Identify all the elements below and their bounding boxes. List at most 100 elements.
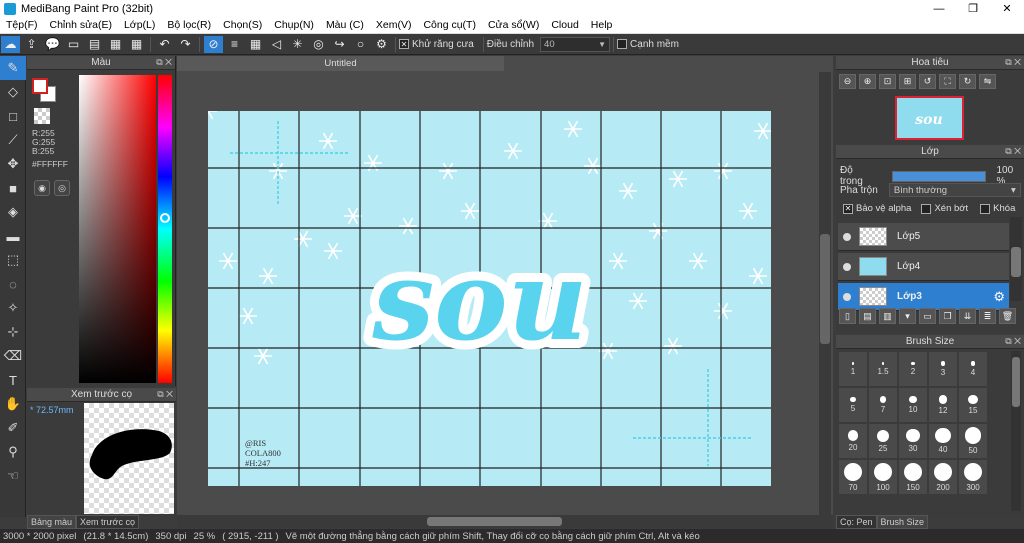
snap-parallel-icon[interactable]: ≡ [225, 36, 244, 53]
menu-view[interactable]: Xem(V) [370, 19, 418, 31]
canvas-horizontal-scrollbar[interactable] [177, 515, 833, 528]
fit-screen-icon[interactable]: ⊡ [879, 74, 896, 89]
saturation-value-picker[interactable] [79, 75, 156, 383]
visibility-icon[interactable] [843, 232, 851, 241]
brush-size-option[interactable]: 2 [898, 351, 928, 387]
menu-window[interactable]: Cửa sổ(W) [482, 19, 545, 31]
menu-cloud[interactable]: Cloud [545, 19, 584, 31]
layer-settings-icon[interactable]: ≣ [979, 308, 996, 324]
fg-bg-swatch[interactable] [32, 78, 56, 102]
brush-size-option[interactable]: 1 [838, 351, 868, 387]
menu-help[interactable]: Help [585, 19, 619, 31]
menu-filter[interactable]: Bộ lọc(R) [161, 19, 217, 31]
palette-add-icon[interactable]: ◎ [54, 180, 70, 196]
brush-size-option[interactable]: 25 [868, 423, 898, 459]
tab-brush[interactable]: Cọ: Pen [836, 515, 877, 529]
fill-rect-tool-icon[interactable]: ■ [0, 176, 26, 200]
cloud-icon[interactable]: ☁ [1, 35, 20, 53]
scroll-thumb[interactable] [820, 234, 830, 344]
merge-layer-icon[interactable]: ⇊ [959, 308, 976, 324]
hue-slider[interactable] [158, 75, 172, 383]
brush-tool-icon[interactable]: ✎ [0, 56, 26, 80]
pages-icon[interactable]: ▦ [106, 36, 125, 53]
gradient-tool-icon[interactable]: ▬ [0, 224, 26, 248]
new-layer-icon[interactable]: ▯ [839, 308, 856, 324]
grid-icon[interactable]: ▦ [127, 36, 146, 53]
brush-size-option[interactable]: 3 [928, 351, 958, 387]
snap-curve-icon[interactable]: ↪ [330, 36, 349, 53]
zoom-in-icon[interactable]: ⊕ [859, 74, 876, 89]
new-8bit-layer-icon[interactable]: ▥ [879, 308, 896, 324]
undo-icon[interactable]: ↶ [155, 36, 174, 53]
scroll-thumb[interactable] [427, 517, 562, 526]
redo-icon[interactable]: ↷ [176, 36, 195, 53]
brush-size-option[interactable]: 300 [958, 459, 988, 495]
scroll-thumb[interactable] [1011, 247, 1021, 277]
menu-color[interactable]: Màu (C) [320, 19, 370, 31]
panel-close-icon[interactable]: ⧉ ✕ [1005, 146, 1021, 157]
move-tool-icon[interactable]: ✥ [0, 152, 26, 176]
adjust-select[interactable]: 40 ▼ [540, 36, 611, 52]
menu-select[interactable]: Chọn(S) [217, 19, 268, 31]
snap-settings-icon[interactable]: ⚙ [372, 36, 391, 53]
tab-brush-size[interactable]: Brush Size [876, 515, 929, 529]
brush-size-option[interactable]: 5 [838, 387, 868, 423]
opacity-slider[interactable] [892, 170, 987, 182]
add-layer-menu-icon[interactable]: ▾ [899, 308, 916, 324]
brush-size-scrollbar[interactable] [1011, 351, 1021, 511]
gear-icon[interactable]: ⚙ [993, 289, 1005, 305]
snap-radial-icon[interactable]: ✳ [288, 36, 307, 53]
dropper-icon[interactable]: ✐ [0, 416, 26, 440]
soft-edge-checkbox[interactable] [617, 39, 628, 49]
zoom-out-icon[interactable]: ⊖ [839, 74, 856, 89]
protect-alpha-checkbox[interactable]: ✕ [843, 203, 853, 214]
brush-size-option[interactable]: 12 [928, 387, 958, 423]
menu-snap[interactable]: Chụp(N) [268, 19, 320, 31]
select-rect-icon[interactable]: ⬚ [0, 248, 26, 272]
artwork-canvas[interactable]: sou sou @RIS COLA800 #H:247 [208, 111, 771, 486]
snap-ellipse-icon[interactable]: ○ [351, 36, 370, 53]
menu-edit[interactable]: Chỉnh sửa(E) [44, 19, 118, 31]
page-icon[interactable]: ▤ [85, 36, 104, 53]
brush-size-option[interactable]: 1.5 [868, 351, 898, 387]
layer-row[interactable]: Lớp5 [838, 223, 1009, 251]
bucket-tool-icon[interactable]: ◈ [0, 200, 26, 224]
brush-size-option[interactable]: 15 [958, 387, 988, 423]
select-pen-icon[interactable]: ⊹ [0, 320, 26, 344]
brush-size-option[interactable]: 200 [928, 459, 958, 495]
snap-circle-icon[interactable]: ◎ [309, 36, 328, 53]
line-tool-icon[interactable]: ⟋ [0, 128, 26, 152]
rotate-left-icon[interactable]: ↺ [919, 74, 936, 89]
actual-size-icon[interactable]: ⊞ [899, 74, 916, 89]
select-eraser-icon[interactable]: ⌫ [0, 344, 26, 368]
menu-layer[interactable]: Lớp(L) [118, 19, 161, 31]
visibility-icon[interactable] [843, 292, 851, 301]
text-tool-icon[interactable]: T [0, 368, 26, 392]
panel-close-icon[interactable]: ⧉ ✕ [1005, 57, 1021, 68]
eraser-tool-icon[interactable]: ◇ [0, 80, 26, 104]
clipping-checkbox[interactable] [921, 203, 932, 214]
visibility-icon[interactable] [843, 262, 851, 271]
brush-size-option[interactable]: 50 [958, 423, 988, 459]
menu-file[interactable]: Tệp(F) [0, 19, 44, 31]
close-button[interactable]: ✕ [990, 0, 1024, 17]
lasso-icon[interactable]: ◌ [0, 272, 26, 296]
brush-size-option[interactable]: 4 [958, 351, 988, 387]
new-halftone-layer-icon[interactable]: ▤ [859, 308, 876, 324]
foreground-color-swatch[interactable] [32, 78, 48, 94]
layer-row[interactable]: Lớp4 [838, 253, 1009, 281]
transparent-swatch[interactable] [34, 108, 50, 124]
hand-tool-icon[interactable]: ☜ [0, 464, 26, 488]
palette-icon[interactable]: ◉ [34, 180, 50, 196]
brush-size-option[interactable]: 10 [898, 387, 928, 423]
menu-tools[interactable]: Công cụ(T) [417, 19, 482, 31]
brush-size-option[interactable]: 30 [898, 423, 928, 459]
operation-tool-icon[interactable]: ✋ [0, 392, 26, 416]
folder-icon[interactable]: ▭ [919, 308, 936, 324]
lock-checkbox[interactable] [980, 203, 991, 214]
tab-color-palette[interactable]: Bảng màu [27, 515, 77, 529]
layer-row-selected[interactable]: Lớp3 ⚙ [838, 283, 1009, 311]
brush-size-option[interactable]: 7 [868, 387, 898, 423]
scroll-thumb[interactable] [1012, 357, 1020, 407]
brush-size-option[interactable]: 70 [838, 459, 868, 495]
